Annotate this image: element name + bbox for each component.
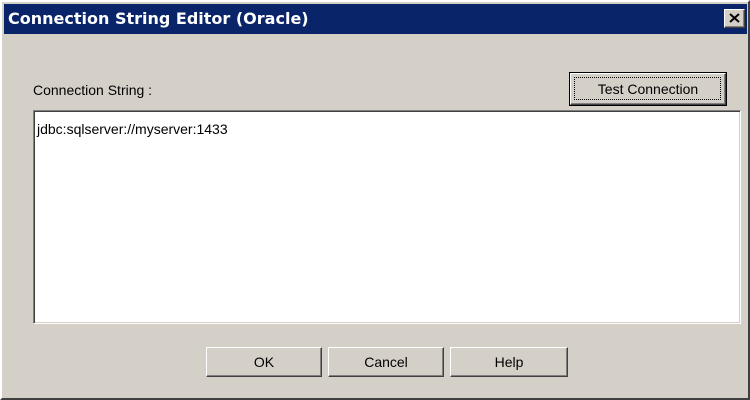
connection-string-editor-dialog: Connection String Editor (Oracle) Connec… bbox=[0, 0, 750, 400]
ok-button[interactable]: OK bbox=[206, 347, 322, 377]
connection-string-input[interactable]: jdbc:sqlserver://myserver:1433 bbox=[33, 110, 741, 324]
title-bar[interactable]: Connection String Editor (Oracle) bbox=[4, 4, 747, 34]
cancel-button[interactable]: Cancel bbox=[328, 347, 444, 377]
ok-label: OK bbox=[253, 354, 275, 370]
test-connection-button[interactable]: Test Connection bbox=[569, 72, 727, 106]
help-label: Help bbox=[494, 354, 524, 370]
cancel-label: Cancel bbox=[364, 354, 408, 370]
close-icon bbox=[729, 10, 740, 28]
close-button[interactable] bbox=[724, 9, 745, 28]
window-title: Connection String Editor (Oracle) bbox=[8, 9, 309, 28]
connection-string-label: Connection String : bbox=[33, 82, 153, 98]
help-button[interactable]: Help bbox=[450, 347, 568, 377]
test-connection-label: Test Connection bbox=[597, 81, 699, 97]
